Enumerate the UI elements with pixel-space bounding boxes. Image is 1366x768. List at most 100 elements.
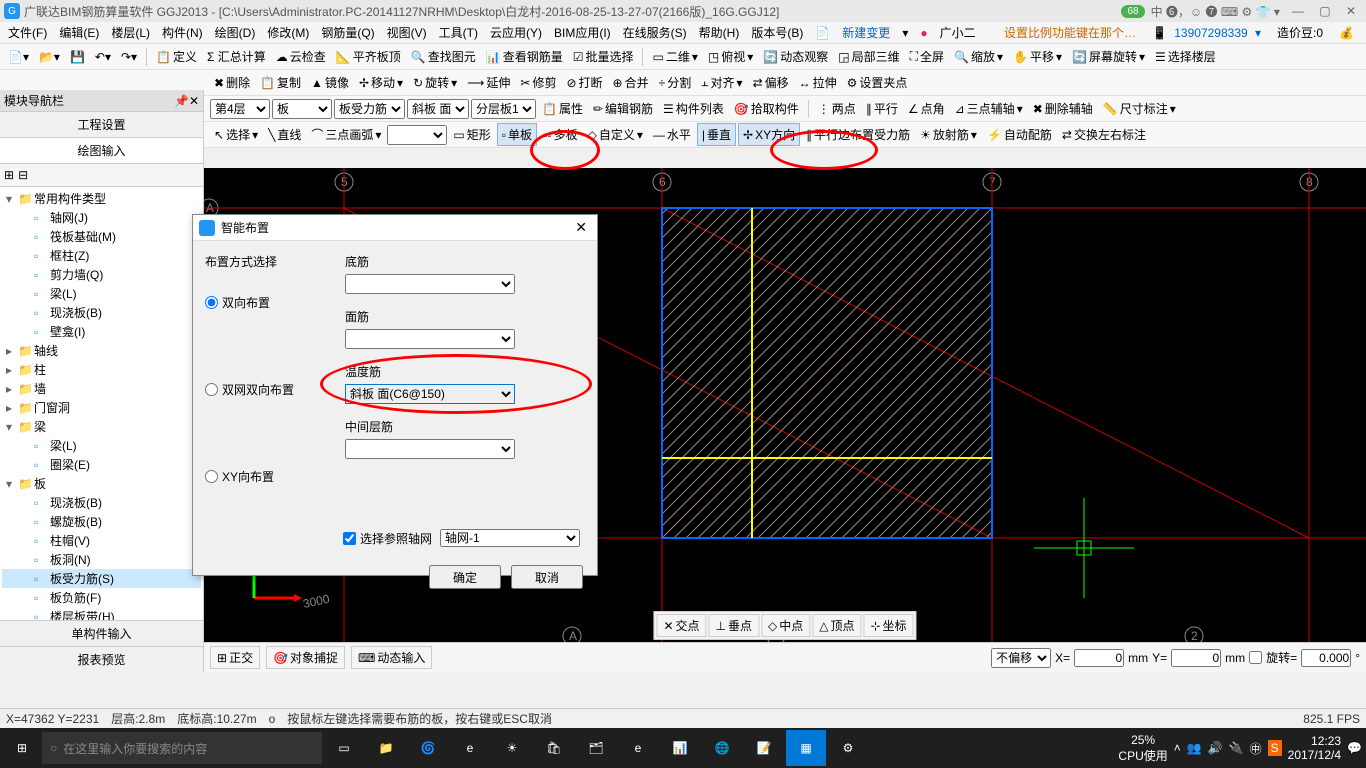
folder-icon[interactable]: 📁	[366, 730, 406, 766]
ime-indicator[interactable]: 中 ❻，☺ ❼ ⌨ ⚙ 👕 ▾	[1151, 3, 1280, 20]
ok-button[interactable]: 确定	[429, 565, 501, 589]
menu-item[interactable]: 钢筋量(Q)	[317, 22, 378, 43]
search-box[interactable]: ○ 在这里输入你要搜索的内容	[42, 732, 322, 764]
rotate-input[interactable]	[1301, 649, 1351, 667]
tree-item[interactable]: ▫框柱(Z)	[2, 246, 201, 265]
new-button[interactable]: 📄▾	[4, 48, 33, 66]
tree-item[interactable]: ▸📁墙	[2, 379, 201, 398]
sidebar-tab-project[interactable]: 工程设置	[0, 112, 203, 138]
radio-xy[interactable]: XY向布置	[205, 468, 335, 485]
app3-icon[interactable]: 🗂	[576, 730, 616, 766]
tray-people-icon[interactable]: 👥	[1187, 741, 1202, 755]
close-sidebar-icon[interactable]: ✕	[189, 94, 199, 108]
tree-item[interactable]: ▫筏板基础(M)	[2, 227, 201, 246]
tree-item[interactable]: ▫螺旋板(B)	[2, 512, 201, 531]
orbit-button[interactable]: 🔄 动态观察	[759, 46, 832, 67]
y-input[interactable]	[1171, 649, 1221, 667]
new-change-button[interactable]: 新建变更	[838, 22, 894, 43]
menu-item[interactable]: 修改(M)	[263, 22, 313, 43]
app2-icon[interactable]: ☀	[492, 730, 532, 766]
menu-item[interactable]: 绘图(D)	[211, 22, 260, 43]
menu-item[interactable]: 在线服务(S)	[619, 22, 691, 43]
fullscreen-button[interactable]: ⛶ 全屏	[906, 46, 948, 67]
menu-item[interactable]: 编辑(E)	[55, 22, 103, 43]
tree-item[interactable]: ▾📁常用构件类型	[2, 189, 201, 208]
sidebar-tab-draw[interactable]: 绘图输入	[0, 138, 203, 164]
tray-up-icon[interactable]: ˄	[1174, 741, 1181, 755]
bottom-rebar-select[interactable]	[345, 274, 515, 294]
sidebar-tab-report[interactable]: 报表预览	[0, 646, 203, 672]
tree-item[interactable]: ▫板洞(N)	[2, 550, 201, 569]
taskview-icon[interactable]: ▭	[324, 730, 364, 766]
tray-net-icon[interactable]: 🔌	[1229, 741, 1244, 755]
view-rebar-button[interactable]: 📊 查看钢筋量	[482, 46, 567, 67]
tree-item[interactable]: ▾📁板	[2, 474, 201, 493]
snap-midpoint[interactable]: ◇ 中点	[761, 614, 810, 637]
snap-intersection[interactable]: ✕ 交点	[656, 614, 706, 637]
start-button[interactable]: ⊞	[4, 730, 40, 766]
ref-grid-checkbox[interactable]: 选择参照轴网	[343, 530, 432, 547]
undo-button[interactable]: ↶▾	[91, 48, 115, 66]
offset-select[interactable]: 不偏移	[991, 648, 1051, 668]
x-input[interactable]	[1074, 649, 1124, 667]
clock[interactable]: 12:232017/12/4	[1288, 734, 1341, 763]
tree-item[interactable]: ▫柱帽(V)	[2, 531, 201, 550]
menu-item[interactable]: 工具(T)	[435, 22, 482, 43]
radio-bidirectional[interactable]: 双向布置	[205, 294, 335, 311]
store-icon[interactable]: 🛍	[534, 730, 574, 766]
tree-item[interactable]: ▫板受力筋(S)	[2, 569, 201, 588]
zoom-button[interactable]: 🔍 缩放 ▾	[950, 46, 1007, 67]
app5-icon[interactable]: 🌐	[702, 730, 742, 766]
cpu-meter[interactable]: 25%CPU使用	[1118, 733, 1167, 764]
menu-item[interactable]: 视图(V)	[383, 22, 431, 43]
grid-select[interactable]: 轴网-1	[440, 529, 580, 547]
tray-notif-icon[interactable]: 💬	[1347, 741, 1362, 755]
menu-item[interactable]: 楼层(L)	[107, 22, 154, 43]
select-floor-button[interactable]: ☰ 选择楼层	[1151, 46, 1220, 67]
menu-item[interactable]: 文件(F)	[4, 22, 51, 43]
pin-icon[interactable]: 📌	[174, 94, 189, 108]
cancel-button[interactable]: 取消	[511, 565, 583, 589]
ie-icon[interactable]: e	[618, 730, 658, 766]
app7-icon[interactable]: ▦	[786, 730, 826, 766]
redo-button[interactable]: ↷▾	[117, 48, 141, 66]
tray-volume-icon[interactable]: 🔊	[1208, 741, 1223, 755]
top-view-button[interactable]: ◳ 俯视 ▾	[704, 46, 757, 67]
pan-button[interactable]: ✋ 平移 ▾	[1009, 46, 1066, 67]
osnap-button[interactable]: 🎯 对象捕捉	[266, 646, 345, 669]
open-button[interactable]: 📂▾	[35, 48, 64, 66]
snap-perpendicular[interactable]: ⊥ 垂点	[709, 614, 759, 637]
tree-item[interactable]: ▾📁梁	[2, 417, 201, 436]
temp-rebar-select[interactable]: 斜板 面(C6@150)	[345, 384, 515, 404]
radio-double-net[interactable]: 双网双向布置	[205, 381, 335, 398]
tree-item[interactable]: ▫楼层板带(H)	[2, 607, 201, 620]
notif-badge[interactable]: 68	[1121, 5, 1144, 18]
component-tree[interactable]: ▾📁常用构件类型▫轴网(J)▫筏板基础(M)▫框柱(Z)▫剪力墙(Q)▫梁(L)…	[0, 187, 203, 620]
app4-icon[interactable]: 📊	[660, 730, 700, 766]
tree-item[interactable]: ▸📁柱	[2, 360, 201, 379]
tree-item[interactable]: ▫轴网(J)	[2, 208, 201, 227]
expand-icon[interactable]: ⊞	[4, 168, 14, 182]
middle-rebar-select[interactable]	[345, 439, 515, 459]
menu-item[interactable]: 云应用(Y)	[486, 22, 546, 43]
menu-item[interactable]: 版本号(B)	[747, 22, 807, 43]
sidebar-tab-single[interactable]: 单构件输入	[0, 620, 203, 646]
tree-item[interactable]: ▸📁轴线	[2, 341, 201, 360]
2d-button[interactable]: ▭ 二维 ▾	[648, 46, 701, 67]
define-button[interactable]: 📋 定义	[152, 46, 201, 67]
find-element-button[interactable]: 🔍 查找图元	[407, 46, 480, 67]
cloud-check-button[interactable]: ☁ 云检查	[272, 46, 330, 67]
snap-coord[interactable]: ⊹ 坐标	[863, 614, 913, 637]
tray-ime2-icon[interactable]: S	[1268, 740, 1282, 756]
dialog-close-button[interactable]: ✕	[571, 219, 591, 236]
tree-item[interactable]: ▸📁门窗洞	[2, 398, 201, 417]
close-button[interactable]: ✕	[1346, 4, 1356, 18]
tree-item[interactable]: ▫梁(L)	[2, 436, 201, 455]
sum-button[interactable]: Σ 汇总计算	[203, 46, 270, 67]
app1-icon[interactable]: 🌀	[408, 730, 448, 766]
tray-ime1-icon[interactable]: ㊥	[1250, 740, 1262, 757]
rotate-screen-button[interactable]: 🔄 屏幕旋转 ▾	[1068, 46, 1149, 67]
app6-icon[interactable]: 📝	[744, 730, 784, 766]
save-button[interactable]: 💾	[66, 48, 89, 66]
collapse-icon[interactable]: ⊟	[18, 168, 28, 182]
